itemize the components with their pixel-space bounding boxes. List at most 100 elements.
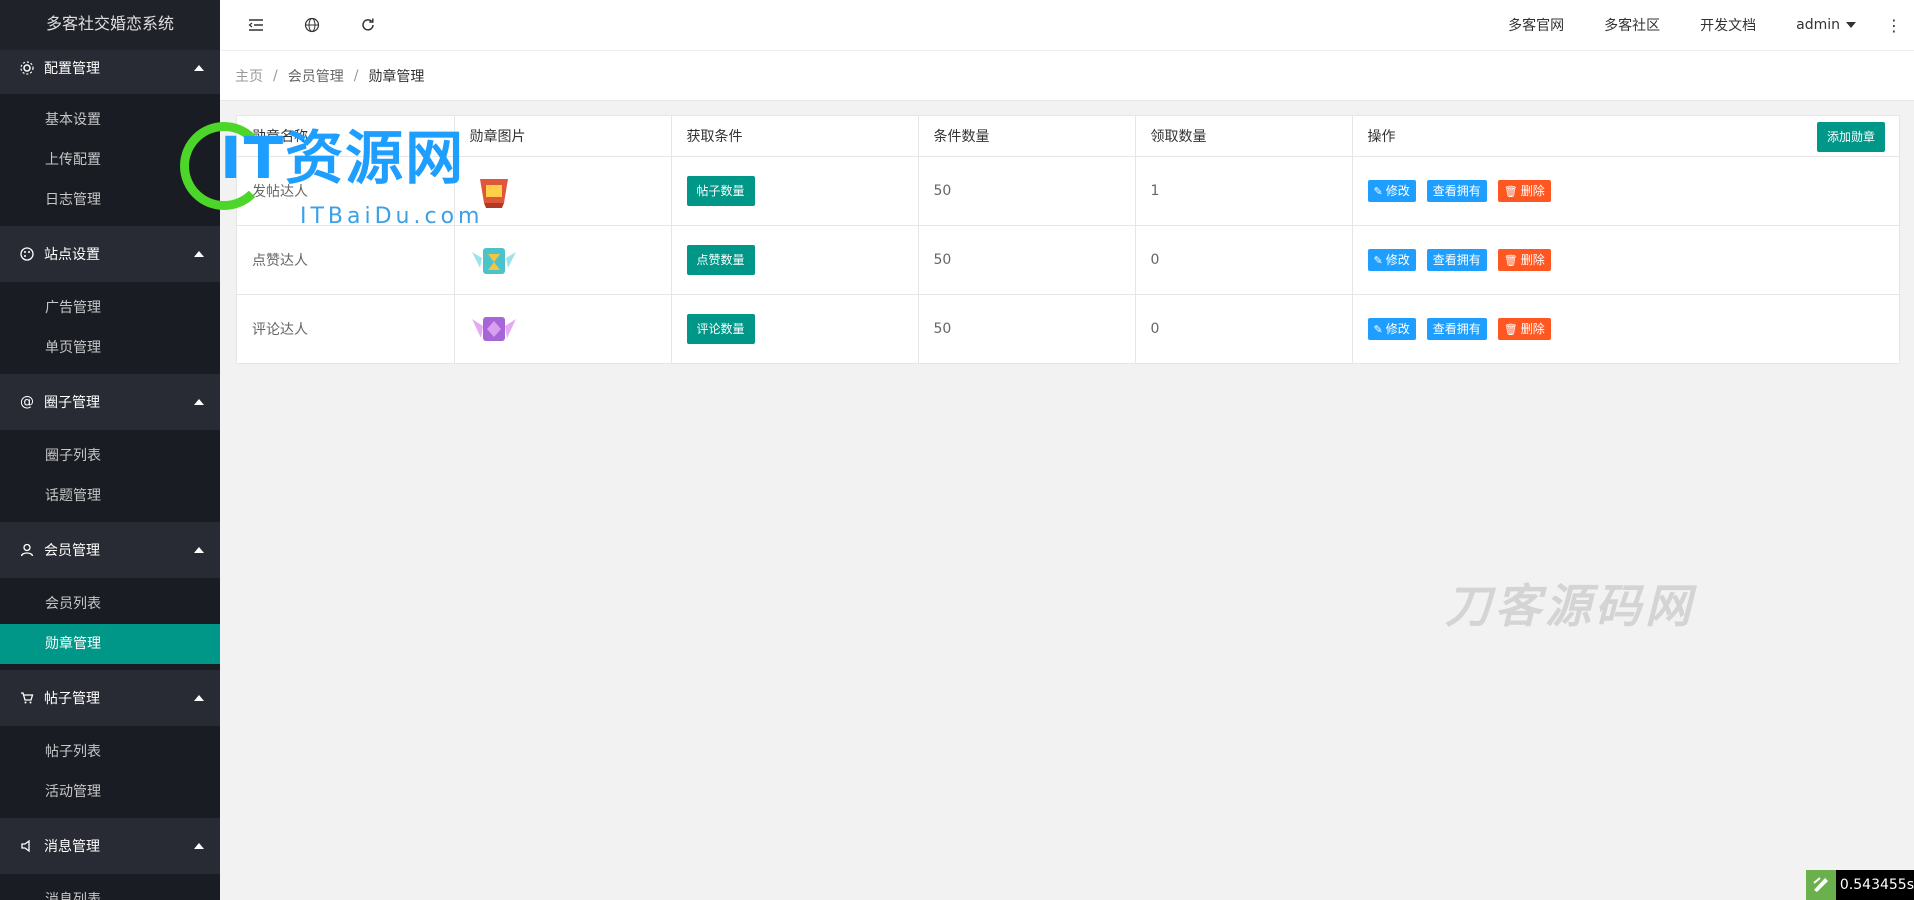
breadcrumb-separator: / (273, 67, 278, 84)
menu-title-label: 帖子管理 (44, 691, 100, 707)
watermark-main-text: IT资源网 (220, 124, 466, 192)
condition-tag[interactable]: 帖子数量 (686, 176, 755, 206)
caret-down-icon (1846, 22, 1856, 28)
menu-title-circle[interactable]: @ 圈子管理 (0, 374, 220, 430)
badge-image-cell (454, 294, 672, 363)
sidebar-item-circle-list[interactable]: 圈子列表 (0, 436, 220, 476)
received-count: 0 (1135, 294, 1353, 363)
column-header: 操作 添加勋章 (1352, 116, 1899, 157)
collapse-menu-icon[interactable] (246, 15, 266, 35)
menu-group-member: 会员管理 会员列表 勋章管理 (0, 522, 220, 670)
page-timer: 0.543455s (1806, 870, 1914, 900)
edit-label: 修改 (1385, 322, 1410, 336)
refresh-icon[interactable] (358, 15, 378, 35)
menu-group-site: 站点设置 广告管理 单页管理 (0, 226, 220, 374)
pencil-icon: ✎ (1373, 185, 1383, 198)
breadcrumb: 主页 / 会员管理 / 勋章管理 (220, 51, 1914, 101)
edit-button[interactable]: ✎ 修改 (1367, 249, 1416, 271)
delete-label: 删除 (1520, 322, 1545, 336)
received-count: 0 (1135, 225, 1353, 295)
app-title: 多客社交婚恋系统 (0, 0, 220, 50)
sidebar-item-ads[interactable]: 广告管理 (0, 288, 220, 328)
user-icon (20, 543, 34, 557)
menu-title-member[interactable]: 会员管理 (0, 522, 220, 578)
more-icon[interactable]: ⋮ (1886, 16, 1902, 35)
sidebar-item-topic-management[interactable]: 话题管理 (0, 476, 220, 516)
menu-title-label: 配置管理 (44, 61, 100, 77)
caret-up-icon (194, 547, 204, 553)
view-owners-button[interactable]: 查看拥有 (1426, 318, 1487, 340)
nav-link-community[interactable]: 多客社区 (1604, 15, 1660, 35)
sidebar-item-badge-management[interactable]: 勋章管理 (0, 624, 220, 664)
breadcrumb-member[interactable]: 会员管理 (288, 66, 344, 86)
badge-name: 评论达人 (237, 294, 455, 363)
trash-icon: 🗑 (1503, 254, 1518, 267)
nav-link-dev-docs[interactable]: 开发文档 (1700, 15, 1756, 35)
timer-value: 0.543455s (1839, 877, 1914, 893)
breadcrumb-separator: / (353, 67, 359, 84)
actions-cell: ✎ 修改 查看拥有 🗑 删除 (1352, 225, 1899, 295)
sidebar-item-message-list[interactable]: 消息列表 (0, 880, 220, 900)
menu-group-post: 帖子管理 帖子列表 活动管理 (0, 670, 220, 818)
badge-like-image (471, 248, 516, 274)
menu-group-circle: @ 圈子管理 圈子列表 话题管理 (0, 374, 220, 522)
breadcrumb-current: 勋章管理 (368, 68, 425, 85)
palette-icon (20, 247, 34, 261)
condition-tag[interactable]: 评论数量 (686, 314, 755, 344)
submenu-site: 广告管理 单页管理 (0, 282, 220, 374)
trash-icon: 🗑 (1503, 323, 1518, 336)
view-owners-button[interactable]: 查看拥有 (1426, 249, 1487, 271)
condition-count: 50 (918, 294, 1136, 363)
globe-icon[interactable] (302, 15, 322, 35)
trash-icon: 🗑 (1503, 185, 1518, 198)
caret-up-icon (194, 65, 204, 71)
condition-count: 50 (918, 225, 1136, 295)
sidebar-item-activity-management[interactable]: 活动管理 (0, 772, 220, 812)
menu-title-label: 圈子管理 (44, 395, 100, 411)
table-row: 评论达人 评论数量 50 0 ✎ 修改 查看拥有 🗑 删除 (237, 294, 1899, 363)
caret-up-icon (194, 843, 204, 849)
user-name: admin (1796, 17, 1840, 33)
caret-up-icon (194, 251, 204, 257)
user-menu[interactable]: admin (1796, 17, 1856, 33)
sidebar-item-single-page[interactable]: 单页管理 (0, 328, 220, 368)
it-watermark: IT资源网 ITBaiDu.com (180, 118, 590, 238)
submenu-message: 消息列表 (0, 874, 220, 900)
delete-button[interactable]: 🗑 删除 (1497, 249, 1551, 271)
menu-group-message: 消息管理 消息列表 (0, 818, 220, 900)
submenu-circle: 圈子列表 话题管理 (0, 430, 220, 522)
header-nav: 多客官网 多客社区 开发文档 admin ⋮ (1468, 0, 1902, 50)
submenu-post: 帖子列表 活动管理 (0, 726, 220, 818)
delete-label: 删除 (1520, 184, 1545, 198)
delete-label: 删除 (1520, 253, 1545, 267)
sidebar-item-member-list[interactable]: 会员列表 (0, 584, 220, 624)
edit-label: 修改 (1385, 253, 1410, 267)
breadcrumb-home[interactable]: 主页 (235, 66, 263, 86)
received-count: 1 (1135, 156, 1353, 226)
menu-title-label: 消息管理 (44, 839, 100, 855)
badge-comment-image (471, 317, 516, 341)
delete-button[interactable]: 🗑 删除 (1497, 180, 1551, 202)
menu-title-post[interactable]: 帖子管理 (0, 670, 220, 726)
view-owners-button[interactable]: 查看拥有 (1426, 180, 1487, 202)
pencil-icon: ✎ (1373, 254, 1383, 267)
menu-title-message[interactable]: 消息管理 (0, 818, 220, 874)
gray-watermark: 刀客源码网 (1445, 579, 1695, 633)
nav-link-official-site[interactable]: 多客官网 (1508, 15, 1564, 35)
edit-button[interactable]: ✎ 修改 (1367, 318, 1416, 340)
submenu-member: 会员列表 勋章管理 (0, 578, 220, 670)
timer-logo-icon (1806, 870, 1836, 900)
gear-icon (20, 61, 34, 75)
condition-count: 50 (918, 156, 1136, 226)
condition-tag[interactable]: 点赞数量 (686, 245, 755, 275)
at-icon: @ (20, 394, 34, 410)
edit-button[interactable]: ✎ 修改 (1367, 180, 1416, 202)
condition-cell: 帖子数量 (671, 156, 919, 226)
add-badge-button[interactable]: 添加勋章 (1816, 122, 1885, 152)
watermark-sub-text: ITBaiDu.com (300, 204, 484, 229)
sidebar-item-post-list[interactable]: 帖子列表 (0, 732, 220, 772)
column-header: 条件数量 (918, 116, 1136, 157)
delete-button[interactable]: 🗑 删除 (1497, 318, 1551, 340)
top-header: 多客官网 多客社区 开发文档 admin ⋮ (220, 0, 1914, 51)
speaker-icon (20, 839, 34, 853)
